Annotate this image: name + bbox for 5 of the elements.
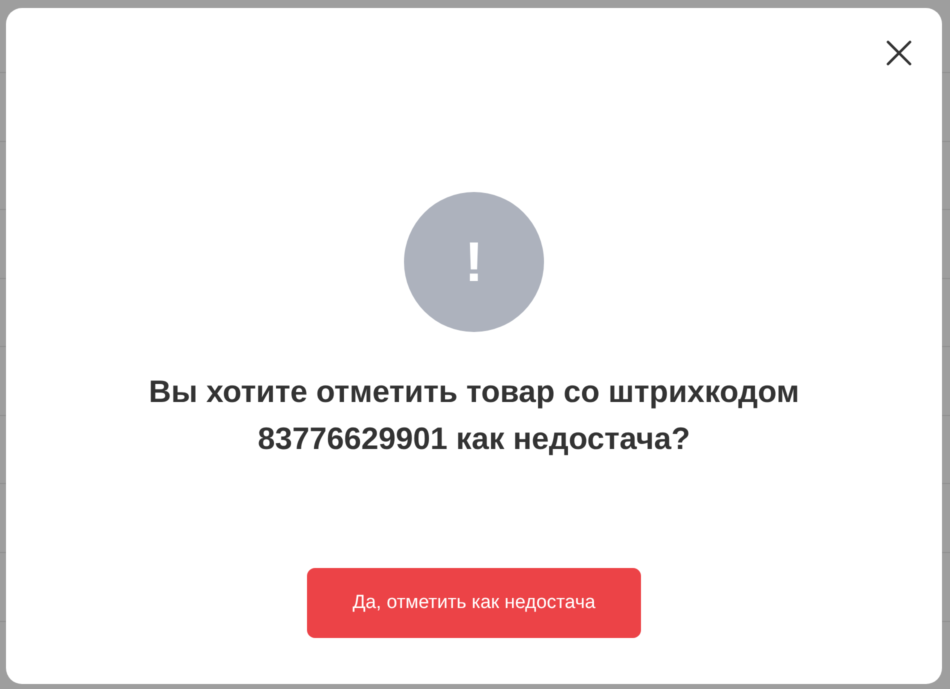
confirm-button[interactable]: Да, отметить как недостача [307,568,641,638]
close-button[interactable] [884,38,914,68]
dialog-message: Вы хотите отметить товар со штрихкодом 83776629901 как недостача? [148,373,800,458]
exclamation-icon: ! [404,192,544,332]
close-icon [886,40,912,66]
